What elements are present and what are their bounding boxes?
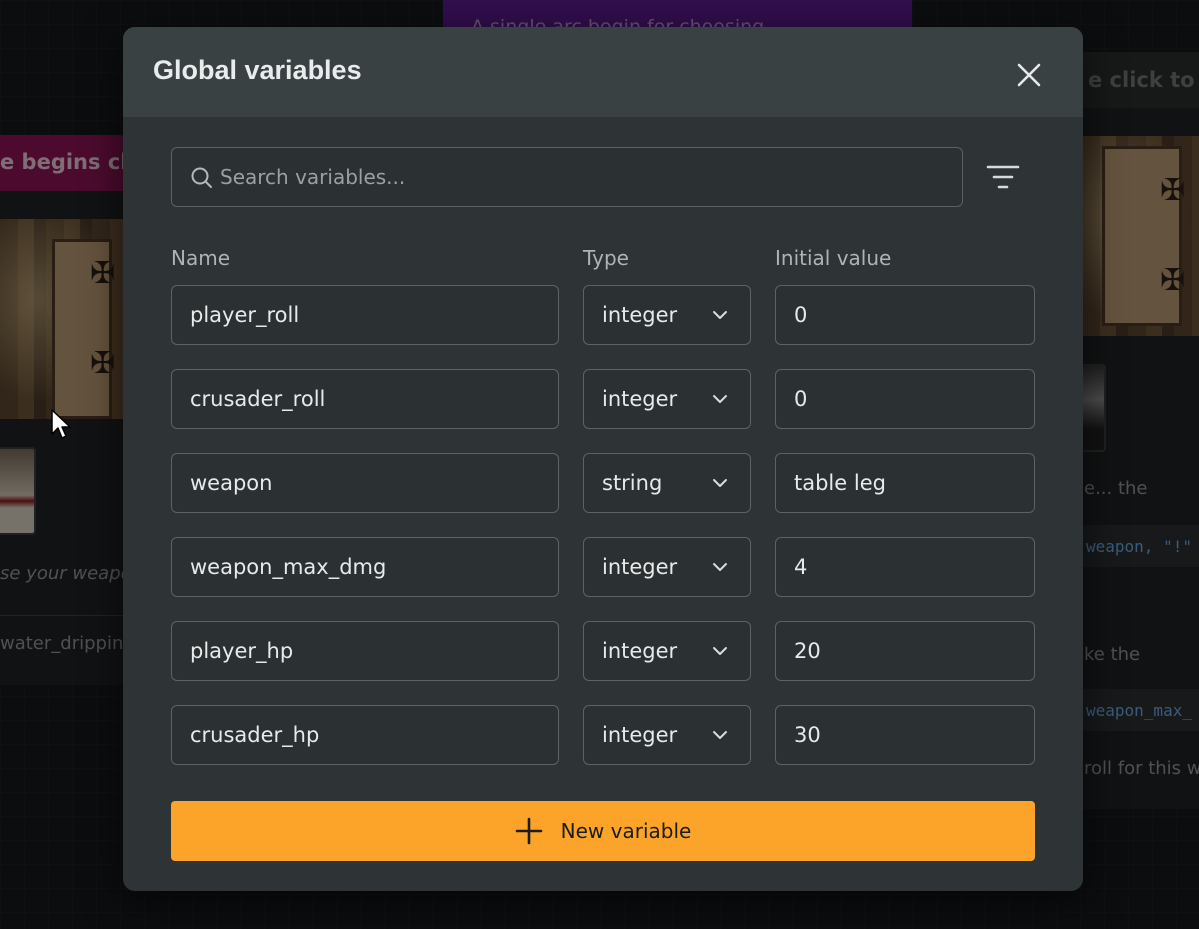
variable-row: crusader_hp integer 30	[171, 705, 1035, 765]
variable-row: crusader_roll integer 0	[171, 369, 1035, 429]
dialog-title: Global variables	[153, 55, 362, 85]
variable-initial-value-input[interactable]: table leg	[775, 453, 1035, 513]
mouse-cursor-icon	[51, 409, 71, 439]
variable-type-select[interactable]: string	[583, 453, 751, 513]
filter-icon	[986, 165, 1020, 189]
chevron-down-icon	[713, 731, 727, 739]
chevron-down-icon	[713, 563, 727, 571]
chevron-down-icon	[713, 311, 727, 319]
new-variable-button[interactable]: New variable	[171, 801, 1035, 861]
variable-initial-value-input[interactable]: 4	[775, 537, 1035, 597]
global-variables-dialog: Global variables Name Type Initial value…	[123, 27, 1083, 891]
chevron-down-icon	[713, 479, 727, 487]
variable-initial-value-input[interactable]: 0	[775, 369, 1035, 429]
variable-name-input[interactable]: weapon_max_dmg	[171, 537, 559, 597]
plus-icon	[515, 817, 542, 845]
close-icon	[1017, 63, 1041, 87]
new-variable-label: New variable	[560, 819, 692, 843]
column-header-initial-value: Initial value	[775, 246, 892, 270]
close-button[interactable]	[1012, 58, 1046, 92]
variable-type-value: integer	[602, 723, 678, 747]
variable-type-select[interactable]: integer	[583, 537, 751, 597]
variable-name-input[interactable]: player_hp	[171, 621, 559, 681]
variable-initial-value-input[interactable]: 0	[775, 285, 1035, 345]
variable-name-input[interactable]: crusader_roll	[171, 369, 559, 429]
variable-initial-value-input[interactable]: 20	[775, 621, 1035, 681]
variable-type-value: integer	[602, 387, 678, 411]
variable-row: player_hp integer 20	[171, 621, 1035, 681]
variable-name-input[interactable]: player_roll	[171, 285, 559, 345]
variable-initial-value-input[interactable]: 30	[775, 705, 1035, 765]
variable-type-value: integer	[602, 639, 678, 663]
search-icon	[191, 167, 212, 188]
search-field	[171, 147, 963, 207]
variable-row: player_roll integer 0	[171, 285, 1035, 345]
variable-row: weapon string table leg	[171, 453, 1035, 513]
chevron-down-icon	[713, 647, 727, 655]
variable-type-value: integer	[602, 555, 678, 579]
variable-type-select[interactable]: integer	[583, 705, 751, 765]
column-header-type: Type	[583, 246, 629, 270]
dialog-header: Global variables	[123, 27, 1083, 117]
variable-type-select[interactable]: integer	[583, 621, 751, 681]
filter-button[interactable]	[985, 161, 1021, 193]
variable-row: weapon_max_dmg integer 4	[171, 537, 1035, 597]
variable-name-input[interactable]: weapon	[171, 453, 559, 513]
column-header-name: Name	[171, 246, 231, 270]
variable-name-input[interactable]: crusader_hp	[171, 705, 559, 765]
chevron-down-icon	[713, 395, 727, 403]
search-input[interactable]	[220, 148, 950, 206]
variable-type-select[interactable]: integer	[583, 369, 751, 429]
variable-type-select[interactable]: integer	[583, 285, 751, 345]
variable-type-value: integer	[602, 303, 678, 327]
variable-type-value: string	[602, 471, 663, 495]
